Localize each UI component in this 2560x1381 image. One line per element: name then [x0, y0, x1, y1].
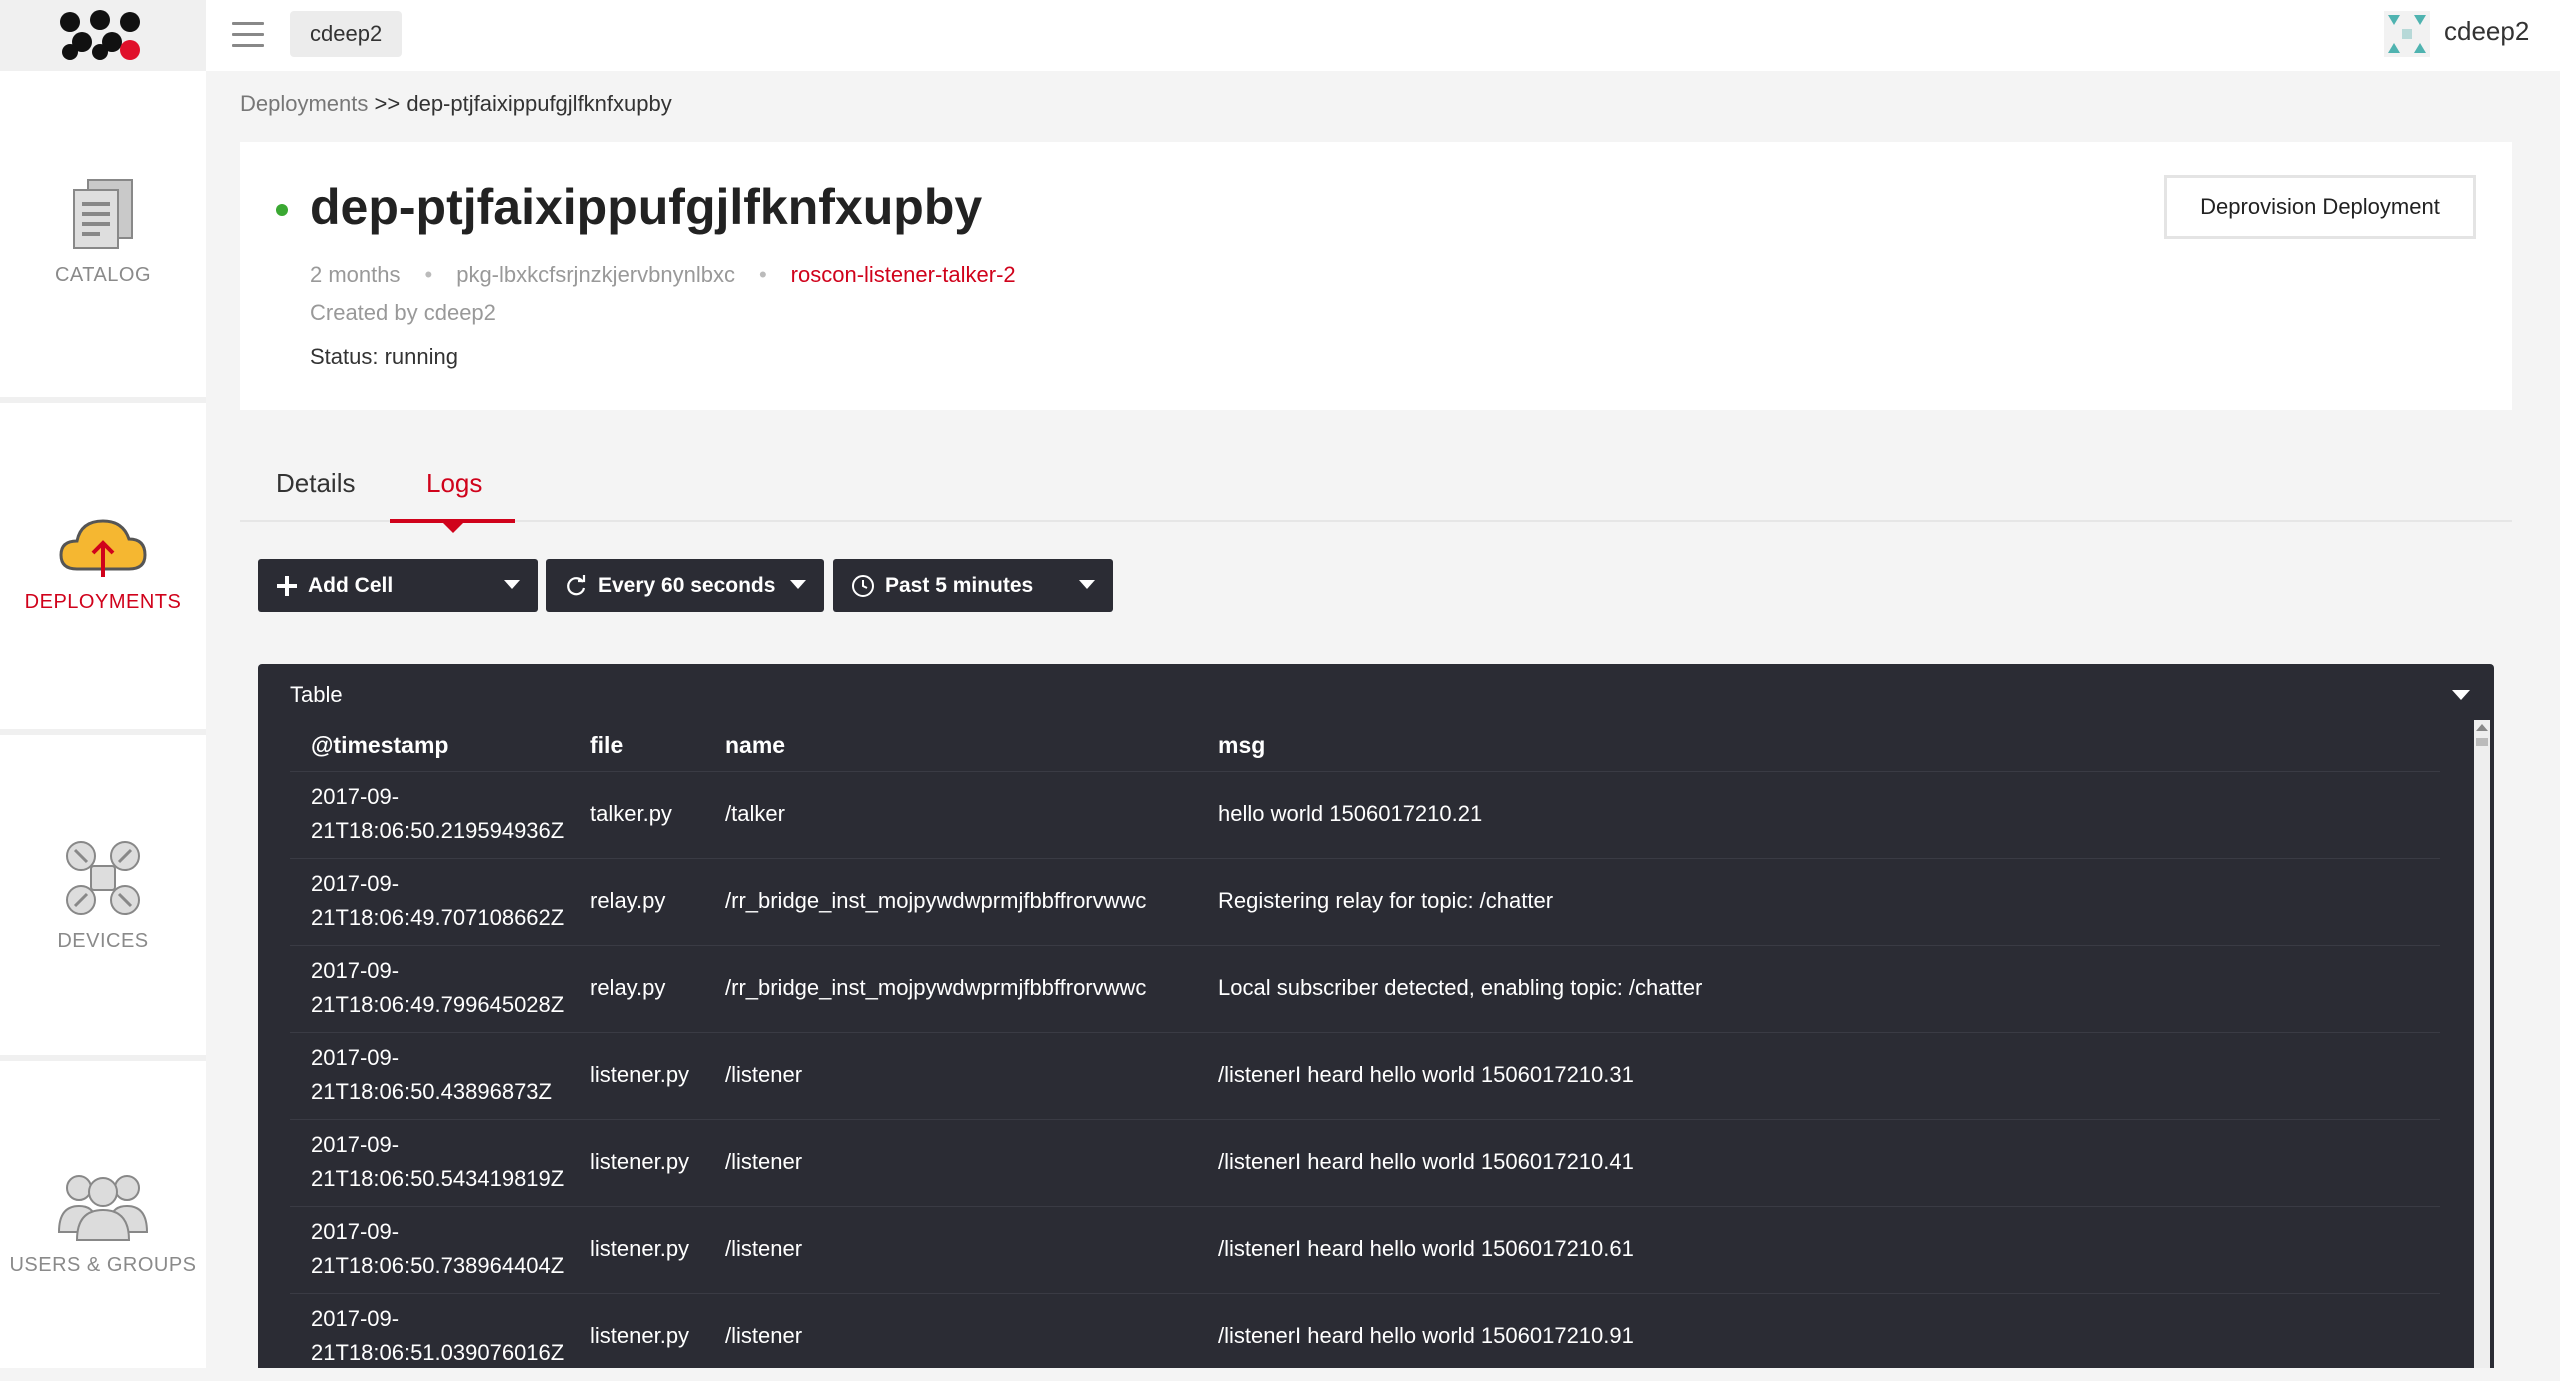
cell-timestamp-time: 21T18:06:49.707108662Z: [311, 905, 565, 930]
breadcrumb-parent-link[interactable]: Deployments: [240, 91, 368, 116]
cell-timestamp-time: 21T18:06:50.738964404Z: [311, 1253, 565, 1278]
cell-file: listener.py: [590, 1236, 690, 1261]
cell-name: /rr_bridge_inst_mojpywdwprmjfbbffrorvwwc: [725, 888, 1147, 913]
refresh-interval-dropdown[interactable]: Every 60 seconds: [546, 559, 824, 612]
avatar-icon: [2384, 11, 2430, 57]
cell-timestamp-time: 21T18:06:51.039076016Z: [311, 1340, 565, 1365]
cell-timestamp-date: 2017-09-: [311, 1219, 400, 1244]
hamburger-menu-icon[interactable]: [232, 22, 264, 48]
cell-name: /listener: [725, 1062, 803, 1087]
sidebar-item-label: CATALOG: [54, 263, 152, 286]
cell-file: listener.py: [590, 1149, 690, 1174]
separator-dot: •: [424, 262, 433, 287]
sidebar-item-label: DEPLOYMENTS: [24, 590, 182, 613]
cell-file: relay.py: [590, 975, 666, 1000]
status-indicator: [276, 204, 288, 216]
sidebar-item-label: USERS & GROUPS: [9, 1253, 197, 1276]
top-bar: [206, 0, 2560, 71]
cell-file: talker.py: [590, 801, 672, 826]
cell-timestamp-date: 2017-09-: [311, 1132, 400, 1157]
chevron-down-icon[interactable]: [504, 580, 520, 589]
plus-icon: [277, 575, 297, 596]
column-header-file[interactable]: file: [590, 732, 623, 759]
package-id: pkg-lbxkcfsrjnzkjervbnynlbxc: [456, 262, 735, 287]
logo[interactable]: [0, 0, 206, 71]
cell-msg: /listenerI heard hello world 1506017210.…: [1218, 1323, 1634, 1348]
time-range-dropdown[interactable]: Past 5 minutes: [833, 559, 1113, 612]
deployment-status: Status: running: [310, 344, 458, 369]
deployment-age: 2 months: [310, 262, 401, 287]
cell-file: listener.py: [590, 1323, 690, 1348]
logo-icon: [60, 10, 140, 60]
clock-icon: [852, 574, 874, 597]
cell-timestamp-date: 2017-09-: [311, 1306, 400, 1331]
panel-title: Table: [290, 682, 343, 707]
created-by: Created by cdeep2: [310, 300, 496, 325]
separator-dot: •: [758, 262, 767, 287]
cell-timestamp-time: 21T18:06:50.43896873Z: [311, 1079, 552, 1104]
cell-msg: /listenerI heard hello world 1506017210.…: [1218, 1062, 1634, 1087]
tabs-divider: [240, 520, 2512, 522]
cell-timestamp-date: 2017-09-: [311, 784, 400, 809]
user-avatar[interactable]: [2384, 11, 2430, 57]
cell-timestamp-date: 2017-09-: [311, 871, 400, 896]
cell-msg: Local subscriber detected, enabling topi…: [1218, 975, 1703, 1000]
org-selector[interactable]: cdeep2: [290, 11, 403, 57]
sidebar-item-catalog[interactable]: CATALOG: [0, 71, 206, 391]
chevron-down-icon: [1079, 580, 1095, 589]
sidebar-item-users-groups[interactable]: USERS & GROUPS: [0, 1061, 206, 1381]
chevron-down-icon: [790, 580, 806, 589]
scroll-up-icon[interactable]: [2476, 724, 2488, 731]
deprovision-button[interactable]: Deprovision Deployment: [2164, 175, 2476, 239]
devices-icon: [66, 840, 140, 915]
cell-file: relay.py: [590, 888, 666, 913]
cell-timestamp-time: 21T18:06:50.219594936Z: [311, 818, 565, 843]
cell-msg: /listenerI heard hello world 1506017210.…: [1218, 1236, 1634, 1261]
tab-details[interactable]: Details: [276, 468, 355, 499]
time-range-label: Past 5 minutes: [885, 573, 1034, 597]
breadcrumb-current: dep-ptjfaixippufgjlfknfxupby: [406, 91, 672, 116]
cell-msg: /listenerI heard hello world 1506017210.…: [1218, 1149, 1634, 1174]
cell-timestamp-date: 2017-09-: [311, 958, 400, 983]
deployment-meta: 2 months • pkg-lbxkcfsrjnzkjervbnynlbxc • ro…: [310, 262, 1016, 288]
package-link[interactable]: roscon-listener-talker-2: [791, 262, 1016, 287]
cell-msg: hello world 1506017210.21: [1218, 801, 1483, 826]
cloud-upload-icon: [59, 518, 147, 577]
cell-timestamp-date: 2017-09-: [311, 1045, 400, 1070]
cell-msg: Registering relay for topic: /chatter: [1218, 888, 1554, 913]
catalog-icon: [73, 178, 133, 249]
scroll-thumb[interactable]: [2476, 738, 2488, 746]
page-title: dep-ptjfaixippufgjlfknfxupby: [310, 179, 983, 235]
refresh-icon: [567, 574, 586, 595]
breadcrumb-separator: >>: [374, 91, 401, 116]
users-icon: [57, 1174, 149, 1241]
sidebar-item-label: DEVICES: [57, 929, 149, 952]
cell-name: /rr_bridge_inst_mojpywdwprmjfbbffrorvwwc: [725, 975, 1147, 1000]
collapse-toggle-icon[interactable]: [2452, 690, 2470, 700]
scrollbar[interactable]: [2474, 720, 2490, 1368]
add-cell-label: Add Cell: [308, 573, 394, 597]
cell-name: /listener: [725, 1236, 803, 1261]
cell-timestamp-time: 21T18:06:49.799645028Z: [311, 992, 565, 1017]
cell-file: listener.py: [590, 1062, 690, 1087]
breadcrumb: Deployments >> dep-ptjfaixippufgjlfknfxu…: [240, 91, 672, 117]
refresh-interval-label: Every 60 seconds: [598, 573, 776, 597]
column-header-msg[interactable]: msg: [1218, 732, 1265, 759]
column-header-timestamp[interactable]: @timestamp: [311, 732, 448, 759]
column-header-name[interactable]: name: [725, 732, 785, 759]
sidebar-item-devices[interactable]: DEVICES: [0, 735, 206, 1055]
cell-name: /listener: [725, 1323, 803, 1348]
cell-name: /listener: [725, 1149, 803, 1174]
sidebar-item-deployments[interactable]: DEPLOYMENTS: [0, 403, 206, 723]
user-name[interactable]: cdeep2: [2444, 16, 2529, 47]
cell-name: /talker: [725, 801, 785, 826]
active-tab-caret: [443, 523, 463, 533]
add-cell-button[interactable]: Add Cell: [258, 559, 538, 612]
cell-timestamp-time: 21T18:06:50.543419819Z: [311, 1166, 565, 1191]
tab-logs[interactable]: Logs: [426, 468, 482, 499]
